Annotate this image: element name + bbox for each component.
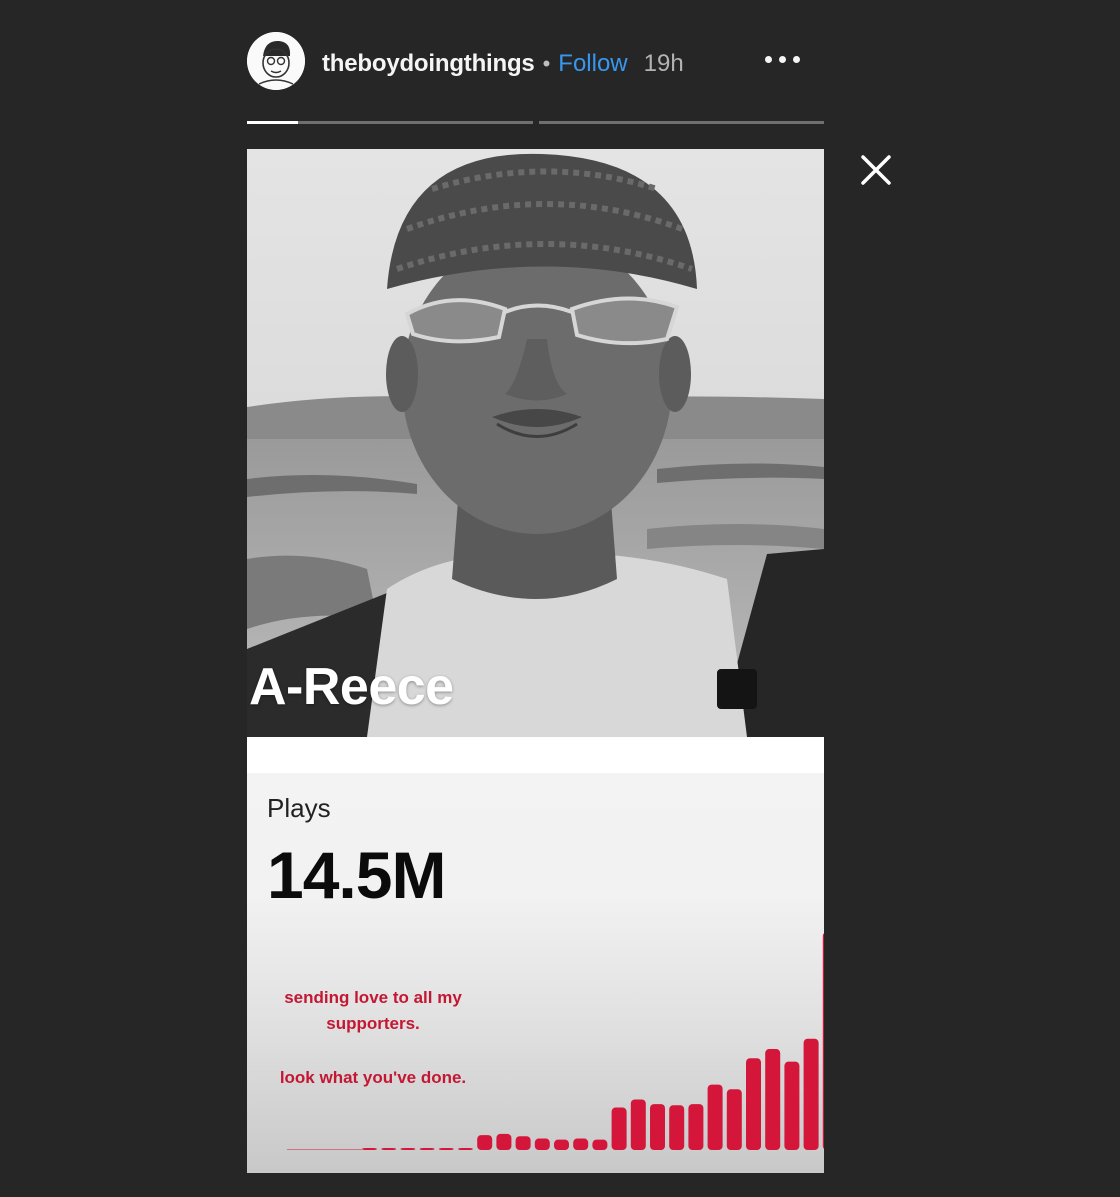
chart-bar [477,1135,493,1150]
timestamp: 19h [643,50,684,77]
divider-band [247,737,824,773]
more-options-icon[interactable] [765,56,800,63]
portrait-image [247,149,824,737]
chart-bar [784,1061,800,1150]
chart-bar [822,933,824,1149]
avatar[interactable] [247,32,305,90]
chart-bar [362,1148,377,1150]
chart-bar [746,1058,761,1150]
more-dot [779,56,786,63]
chart-bar [726,1089,742,1150]
story-progress-segment [539,121,824,124]
progress-fill [247,121,299,124]
chart-bar [630,1099,646,1150]
plays-bar-chart [287,933,824,1150]
artist-name: A-Reece [249,658,454,716]
separator-dot: • [542,51,551,76]
story-viewer: theboydoingthings • Follow 19h A-Reece P… [0,0,1120,1197]
chart-bar [554,1139,569,1150]
chart-bar [803,1038,819,1150]
chart-bar [669,1105,685,1150]
artist-photo [247,149,824,737]
chart-bar [381,1148,397,1150]
chart-bar [400,1148,416,1150]
chart-bar [496,1133,512,1150]
story-card[interactable]: A-Reece Plays 14.5M sending love to all … [247,149,824,1173]
more-dot [765,56,772,63]
chart-bar [688,1104,704,1150]
chart-bar [592,1139,608,1150]
chart-bar [573,1138,589,1150]
chart-bar [707,1084,723,1150]
chart-bar [611,1107,627,1150]
chart-bar [458,1148,473,1150]
close-button[interactable] [858,152,894,188]
close-icon [861,155,891,185]
follow-button[interactable]: Follow [558,50,627,78]
chart-bar [534,1138,550,1150]
chart-bar [650,1104,665,1150]
cartoon-face-icon [247,32,305,90]
story-progress-segment [247,121,533,124]
chart-bar [419,1148,435,1150]
chart-bar [765,1049,781,1150]
username[interactable]: theboydoingthings [322,50,535,78]
chart-bar [438,1148,454,1150]
story-header: theboydoingthings • Follow 19h [322,44,684,84]
chart-bar [515,1136,531,1150]
more-dot [793,56,800,63]
